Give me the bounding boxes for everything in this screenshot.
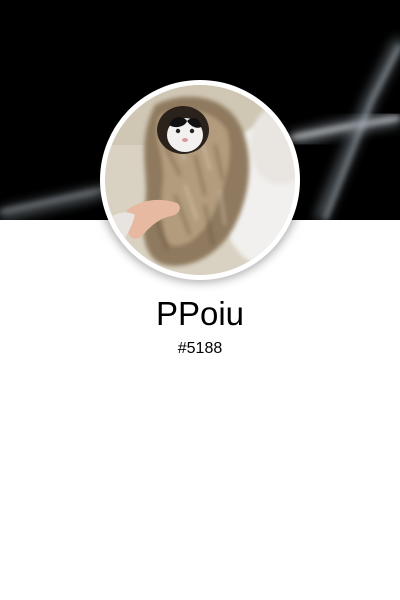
profile-card: PPoiu #5188: [0, 0, 400, 600]
user-discriminator: #5188: [177, 340, 223, 357]
username: PPoiu: [155, 295, 245, 332]
cat-avatar-image: [105, 85, 295, 275]
avatar-ring[interactable]: [100, 80, 300, 280]
avatar[interactable]: [105, 85, 295, 275]
